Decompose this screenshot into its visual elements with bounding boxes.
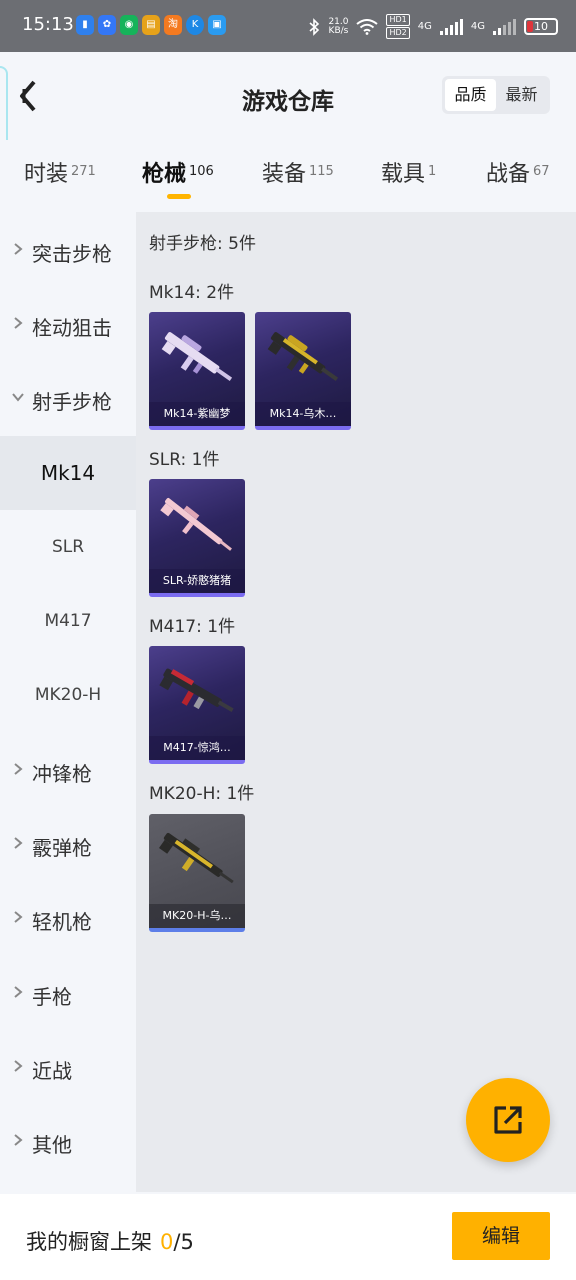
sort-quality-option[interactable]: 品质	[445, 79, 496, 111]
share-external-icon	[494, 1106, 522, 1134]
signal-icon	[439, 18, 463, 35]
chevron-right-icon	[14, 317, 23, 329]
chevron-right-icon	[14, 763, 23, 775]
item-name: Mk14-紫幽梦	[149, 402, 245, 426]
notification-icons: ▮ ✿ ◉ ▤ 淘 K ▣	[76, 15, 226, 35]
sidebar-sub-mk20h[interactable]: MK20-H	[0, 658, 136, 732]
taobao-icon: 淘	[164, 15, 182, 35]
item-card[interactable]: Mk14-紫幽梦	[149, 312, 245, 430]
category-summary: 射手步枪: 5件	[149, 234, 256, 254]
wifi-icon	[356, 18, 379, 35]
status-time: 15:13	[22, 14, 74, 35]
tab-weapons[interactable]: 枪械 106	[142, 156, 214, 188]
sort-newest-option[interactable]: 最新	[496, 79, 547, 111]
network-type-1: 4G	[417, 21, 432, 32]
category-tabs: 时装 271 枪械 106 装备 115 载具 1 战备 67	[0, 140, 576, 212]
app-icon: ▮	[76, 15, 94, 35]
sort-toggle: 品质 最新	[442, 76, 550, 114]
sidebar-item-bolt-sniper[interactable]: 栓动狙击	[0, 288, 136, 362]
status-bar: 15:13 ▮ ✿ ◉ ▤ 淘 K ▣ 21.0 KB/s HD1 HD2 4G…	[0, 0, 576, 52]
baidu-paw-icon: ✿	[98, 15, 116, 35]
sidebar-item-melee[interactable]: 近战	[0, 1031, 136, 1105]
chevron-right-icon	[14, 1134, 23, 1146]
group-title-mk14: Mk14: 2件	[149, 283, 235, 303]
hd-badge: HD1 HD2	[386, 14, 410, 39]
battery-icon: 10	[524, 18, 558, 35]
item-name: M417-惊鸿…	[149, 736, 245, 760]
sidebar-item-assault-rifle[interactable]: 突击步枪	[0, 214, 136, 288]
sidebar-item-shotgun[interactable]: 霰弹枪	[0, 808, 136, 882]
phone-manager-icon: ▣	[208, 15, 226, 35]
item-card[interactable]: M417-惊鸿…	[149, 646, 245, 764]
sidebar-item-smg[interactable]: 冲锋枪	[0, 734, 136, 808]
tab-outfits[interactable]: 时装 271	[24, 156, 96, 188]
item-name: Mk14-乌木…	[255, 402, 351, 426]
item-list: 射手步枪: 5件 Mk14: 2件 Mk14-紫幽梦 Mk14-乌木… SLR:…	[136, 212, 576, 1192]
tab-equipment[interactable]: 装备 115	[262, 156, 334, 188]
chevron-right-icon	[14, 911, 23, 923]
bluetooth-icon	[309, 17, 320, 36]
sidebar-sub-mk14[interactable]: Mk14	[0, 436, 136, 510]
news-icon: ▤	[142, 15, 160, 35]
sidebar-item-pistol[interactable]: 手枪	[0, 957, 136, 1031]
chat-icon: ◉	[120, 15, 138, 35]
sidebar-item-marksman-rifle[interactable]: 射手步枪	[0, 362, 136, 436]
sidebar-item-lmg[interactable]: 轻机枪	[0, 882, 136, 956]
share-fab-button[interactable]	[466, 1078, 550, 1162]
showcase-count-current: 0	[160, 1230, 174, 1254]
tab-vehicles[interactable]: 载具 1	[381, 156, 436, 188]
signal-icon	[493, 18, 516, 35]
group-title-slr: SLR: 1件	[149, 450, 220, 470]
rifle-skin-image	[161, 332, 233, 381]
item-name: SLR-娇憨猪猪	[149, 569, 245, 593]
chevron-right-icon	[14, 837, 23, 849]
sidebar-sub-slr[interactable]: SLR	[0, 510, 136, 584]
item-name: MK20-H-乌…	[149, 904, 245, 928]
chevron-down-icon	[12, 393, 24, 402]
showcase-status: 我的橱窗上架 0/5	[26, 1230, 194, 1254]
showcase-count-total: /5	[173, 1230, 194, 1254]
sidebar-sub-m417[interactable]: M417	[0, 584, 136, 658]
edit-button[interactable]: 编辑	[452, 1212, 550, 1260]
k-icon: K	[186, 15, 204, 35]
group-title-m417: M417: 1件	[149, 617, 236, 637]
sidebar-item-other[interactable]: 其他	[0, 1105, 136, 1179]
active-tab-indicator	[167, 194, 191, 199]
item-card[interactable]: MK20-H-乌…	[149, 814, 245, 932]
network-type-2: 4G	[470, 21, 485, 32]
rifle-skin-image	[160, 498, 232, 551]
sidebar: 突击步枪 栓动狙击 射手步枪 Mk14 SLR M417 MK20-H 冲锋枪 …	[0, 212, 136, 1192]
rifle-skin-image	[159, 668, 234, 712]
chevron-right-icon	[14, 1060, 23, 1072]
item-card[interactable]: Mk14-乌木…	[255, 312, 351, 430]
rifle-skin-image	[158, 832, 234, 884]
network-speed: 21.0 KB/s	[328, 16, 349, 36]
chevron-right-icon	[14, 986, 23, 998]
bottom-bar: 我的橱窗上架 0/5 编辑	[0, 1194, 576, 1280]
chevron-right-icon	[14, 243, 23, 255]
tab-battle-prep[interactable]: 战备 67	[486, 156, 550, 188]
group-title-mk20h: MK20-H: 1件	[149, 784, 255, 804]
item-card[interactable]: SLR-娇憨猪猪	[149, 479, 245, 597]
rifle-skin-image	[267, 332, 339, 381]
header: 游戏仓库 品质 最新	[0, 52, 576, 158]
